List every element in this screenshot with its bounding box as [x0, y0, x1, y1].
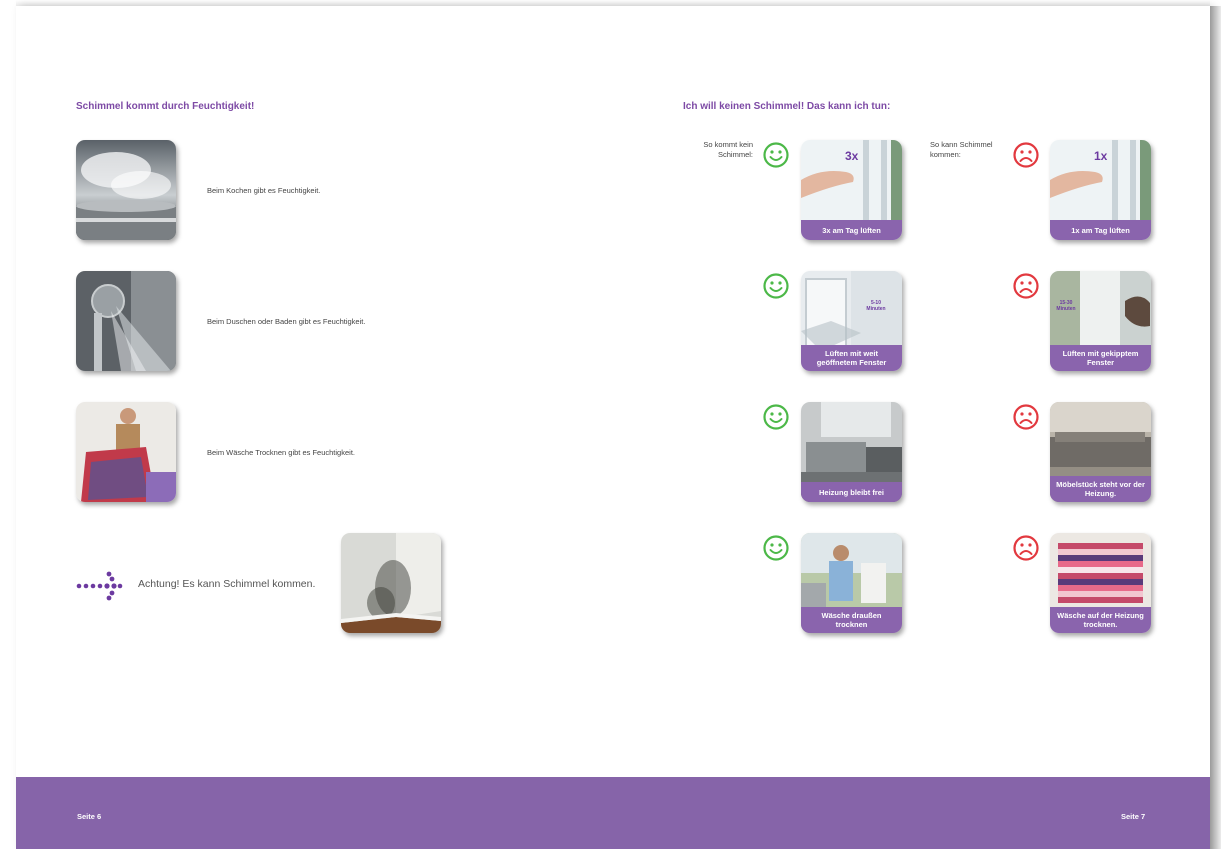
cooking-photo	[76, 140, 176, 240]
shower-photo	[76, 271, 176, 371]
sad-smiley-icon	[1012, 534, 1040, 562]
tile-badge: 3x	[845, 149, 859, 163]
laundry-photo	[76, 402, 176, 502]
tile-label: Wäsche draußen trocknen	[801, 607, 902, 633]
laundry-caption: Beim Wäsche Trocknen gibt es Feuchtigkei…	[207, 448, 355, 457]
happy-smiley-icon	[762, 534, 790, 562]
mold-corner-photo	[341, 533, 441, 633]
page-number-right: Seite 7	[1121, 812, 1146, 821]
happy-smiley-icon	[762, 403, 790, 431]
sad-smiley-icon	[1012, 141, 1040, 169]
tile-airing-1x: 1x 1x am Tag lüften	[1050, 140, 1151, 240]
page-number-left: Seite 6	[77, 812, 102, 821]
sad-smiley-icon	[1012, 272, 1040, 300]
tile-airing-3x: 3x 3x am Tag lüften	[801, 140, 902, 240]
bad-side-label: So kann Schimmel kommen:	[930, 140, 993, 159]
dotted-arrow-icon	[76, 571, 123, 601]
left-heading: Schimmel kommt durch Feuchtigkeit!	[76, 101, 255, 112]
page-edge-shadow	[1210, 6, 1221, 849]
shower-caption: Beim Duschen oder Baden gibt es Feuchtig…	[207, 317, 366, 326]
tile-minutes: 15-30 Minuten	[1056, 300, 1076, 312]
tile-tilted-window: 15-30 Minuten Lüften mit gekipptem Fenst…	[1050, 271, 1151, 371]
tile-label: Lüften mit weit geöffnetem Fenster	[801, 345, 902, 371]
tile-badge: 1x	[1094, 149, 1108, 163]
tile-label: Lüften mit gekipptem Fenster	[1050, 345, 1151, 371]
good-side-label: So kommt kein Schimmel:	[703, 140, 753, 159]
right-heading: Ich will keinen Schimmel! Das kann ich t…	[683, 101, 891, 112]
tile-furniture-heater: Möbelstück steht vor der Heizung.	[1050, 402, 1151, 502]
tile-dry-outside: Wäsche draußen trocknen	[801, 533, 902, 633]
footer-band	[16, 777, 1210, 849]
tile-label: 1x am Tag lüften	[1050, 220, 1151, 240]
warning-text: Achtung! Es kann Schimmel kommen.	[138, 578, 316, 590]
happy-smiley-icon	[762, 141, 790, 169]
tile-label: Heizung bleibt frei	[801, 482, 902, 502]
sad-smiley-icon	[1012, 403, 1040, 431]
tile-label: 3x am Tag lüften	[801, 220, 902, 240]
tile-heater-free: Heizung bleibt frei	[801, 402, 902, 502]
tile-dry-on-heater: Wäsche auf der Heizung trocknen.	[1050, 533, 1151, 633]
happy-smiley-icon	[762, 272, 790, 300]
tile-label: Wäsche auf der Heizung trocknen.	[1050, 607, 1151, 633]
tile-label: Möbelstück steht vor der Heizung.	[1050, 476, 1151, 502]
tile-minutes: 5-10 Minuten	[866, 300, 886, 312]
tile-wide-open-window: 5-10 Minuten Lüften mit weit geöffnetem …	[801, 271, 902, 371]
cooking-caption: Beim Kochen gibt es Feuchtigkeit.	[207, 186, 321, 195]
